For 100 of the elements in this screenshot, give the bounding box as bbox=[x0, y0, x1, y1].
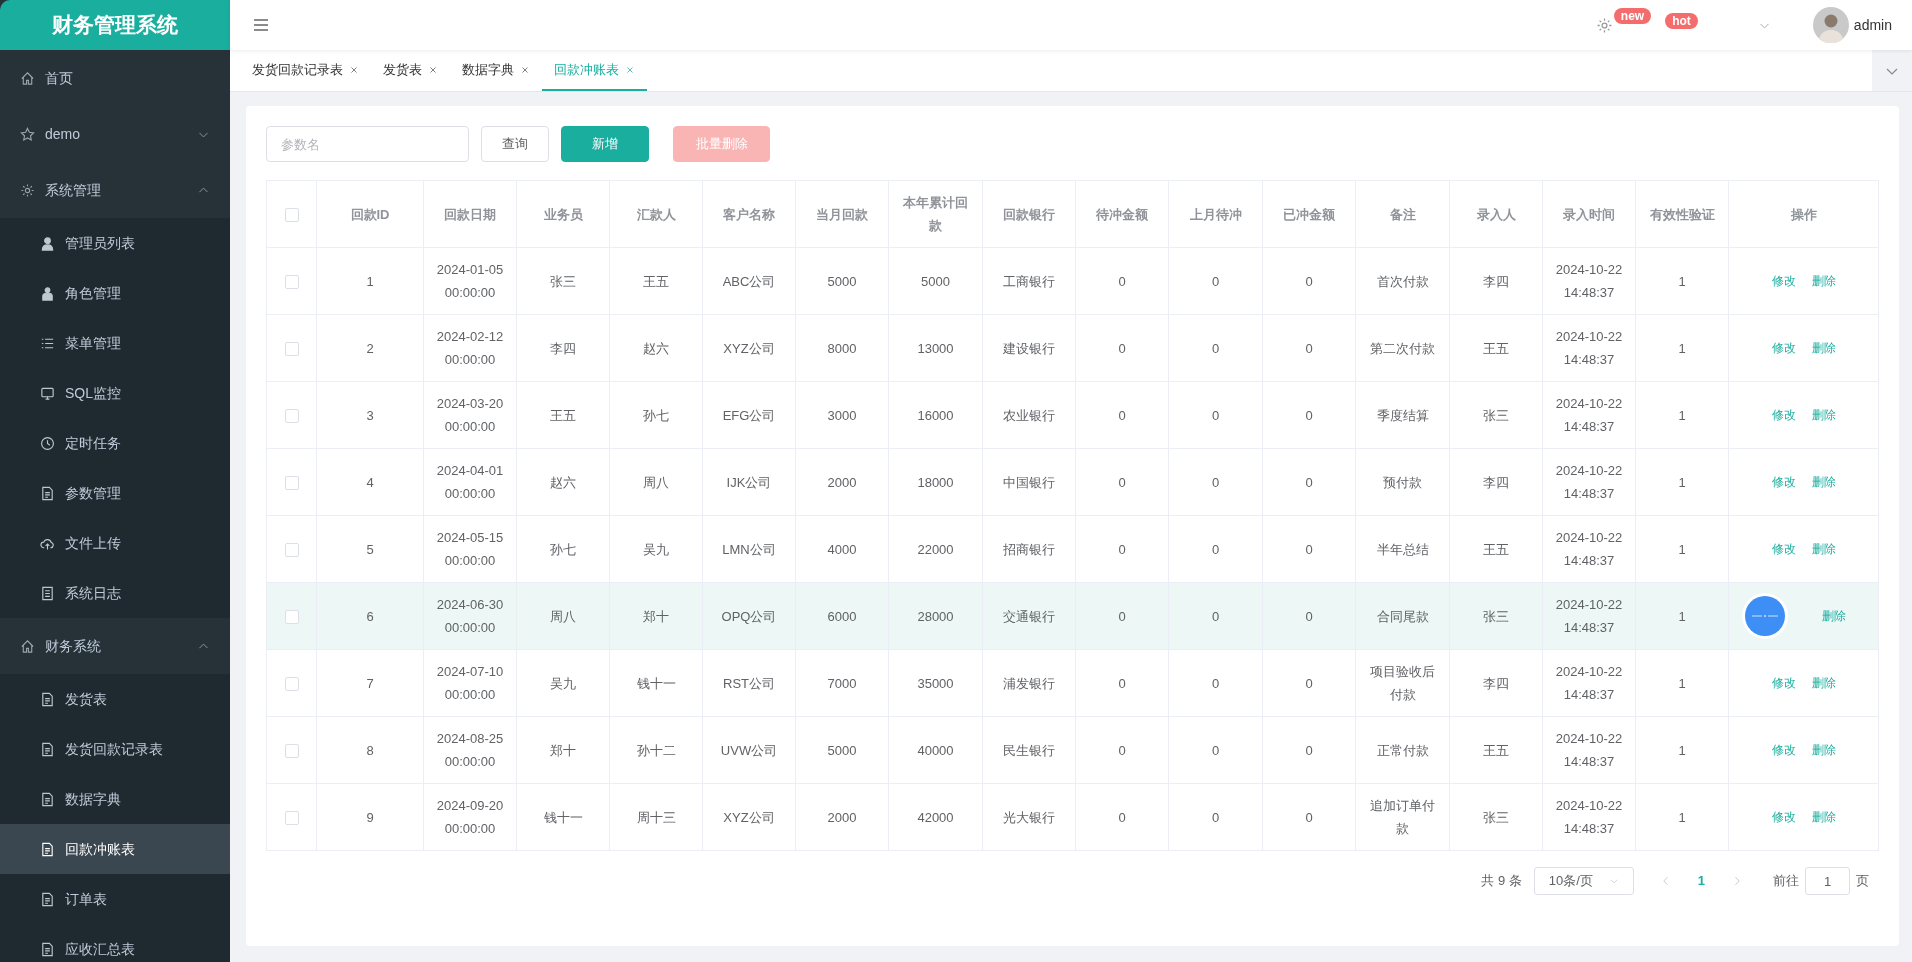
sidebar-item[interactable]: 财务系统 bbox=[0, 618, 230, 674]
menu-icon[interactable] bbox=[252, 16, 270, 34]
checkbox[interactable] bbox=[284, 609, 299, 624]
table-cell: 16000 bbox=[917, 407, 954, 423]
table-cell: 王五 bbox=[550, 407, 576, 423]
table-cell: 6 bbox=[366, 608, 374, 624]
table-cell: 0 bbox=[1118, 273, 1126, 289]
column-header: 本年累计回款 bbox=[903, 195, 968, 233]
document-icon bbox=[40, 585, 55, 601]
table-cell: 8000 bbox=[827, 340, 857, 356]
sidebar-item[interactable]: 回款冲账表 bbox=[0, 824, 230, 874]
table-cell: 追加订单付款 bbox=[1370, 798, 1435, 836]
close-icon[interactable] bbox=[349, 64, 359, 75]
table-cell: 5000 bbox=[921, 273, 950, 289]
table-cell: 2024-01-05 00:00:00 bbox=[436, 262, 504, 300]
page-suffix: 页 bbox=[1856, 872, 1869, 891]
sidebar-item[interactable]: 应收汇总表 bbox=[0, 924, 230, 962]
checkbox[interactable] bbox=[284, 475, 299, 490]
table-cell: OPQ公司 bbox=[721, 608, 777, 624]
table-cell: 40000 bbox=[917, 742, 954, 758]
sidebar-item[interactable]: SQL监控 bbox=[0, 368, 230, 418]
sidebar-item[interactable]: 系统管理 bbox=[0, 162, 230, 218]
table-cell: 6000 bbox=[827, 608, 857, 624]
table-cell: 0 bbox=[1211, 273, 1220, 289]
table-cell: 李四 bbox=[1483, 675, 1509, 691]
table-cell: 2000 bbox=[827, 809, 857, 825]
checkbox[interactable] bbox=[284, 341, 299, 356]
table-cell: 8 bbox=[366, 742, 374, 758]
page-input[interactable]: 1 bbox=[1805, 867, 1850, 895]
table-cell: 张三 bbox=[1483, 608, 1509, 624]
sidebar-item[interactable]: 定时任务 bbox=[0, 418, 230, 468]
sidebar-item[interactable]: 首页 bbox=[0, 50, 230, 106]
table-cell: 王五 bbox=[1483, 742, 1509, 758]
search-field[interactable]: 参数名 bbox=[266, 126, 469, 162]
sidebar-item[interactable]: 订单表 bbox=[0, 874, 230, 924]
floating-ball-button[interactable] bbox=[1741, 592, 1789, 640]
sidebar-item[interactable]: 数据字典 bbox=[0, 774, 230, 824]
checkbox[interactable] bbox=[284, 408, 299, 423]
table-cell: 半年总结 bbox=[1376, 541, 1429, 557]
sidebar-item[interactable]: 发货回款记录表 bbox=[0, 724, 230, 774]
toolbar-button[interactable]: 查询 bbox=[481, 126, 549, 162]
table-cell: 1 bbox=[1678, 675, 1686, 691]
chevron-down-icon bbox=[1608, 876, 1619, 886]
tab[interactable]: 发货表 bbox=[371, 50, 450, 91]
table-cell: 第二次付款 bbox=[1370, 340, 1435, 356]
close-icon[interactable] bbox=[625, 64, 635, 75]
table-cell: 2024-05-15 00:00:00 bbox=[436, 530, 504, 568]
table-cell: 7000 bbox=[827, 675, 857, 691]
table-cell: IJK公司 bbox=[726, 474, 772, 490]
checkbox[interactable] bbox=[284, 542, 299, 557]
checkbox[interactable] bbox=[284, 207, 299, 222]
table-cell: 王五 bbox=[1483, 340, 1509, 356]
close-icon[interactable] bbox=[428, 64, 438, 75]
checkbox[interactable] bbox=[284, 810, 299, 825]
table-cell: 正常付款 bbox=[1376, 742, 1429, 758]
table-cell: 王五 bbox=[1483, 541, 1509, 557]
column-header: 业务员 bbox=[543, 206, 583, 222]
user-icon bbox=[40, 235, 55, 251]
table-cell: 0 bbox=[1211, 407, 1220, 423]
sidebar-item[interactable]: 发货表 bbox=[0, 674, 230, 724]
table-cell: 0 bbox=[1118, 675, 1126, 691]
user-name[interactable]: admin bbox=[1853, 14, 1892, 36]
settings-icon[interactable] bbox=[1595, 16, 1613, 34]
table-cell: 2024-03-20 00:00:00 bbox=[436, 396, 504, 434]
sidebar-item[interactable]: 系统日志 bbox=[0, 568, 230, 618]
tabs-dropdown-button[interactable] bbox=[1872, 50, 1912, 91]
table-cell: 2024-10-22 14:48:37 bbox=[1555, 463, 1623, 501]
table-cell: 招商银行 bbox=[1003, 541, 1055, 557]
table-cell: 0 bbox=[1305, 608, 1313, 624]
table-cell: 孙十二 bbox=[636, 742, 676, 758]
sidebar-item[interactable]: 角色管理 bbox=[0, 268, 230, 318]
checkbox[interactable] bbox=[284, 274, 299, 289]
table-cell: 孙七 bbox=[643, 407, 669, 423]
table-cell: 13000 bbox=[917, 340, 954, 356]
table-cell: 0 bbox=[1118, 407, 1126, 423]
table-cell: 1 bbox=[1678, 273, 1686, 289]
table-cell: 1 bbox=[1678, 407, 1686, 423]
close-icon[interactable] bbox=[520, 64, 530, 75]
sidebar-item[interactable]: 文件上传 bbox=[0, 518, 230, 568]
table-cell: 5000 bbox=[827, 742, 857, 758]
table-cell: 0 bbox=[1211, 809, 1220, 825]
table-cell: 2024-09-20 00:00:00 bbox=[436, 798, 504, 836]
sidebar-item[interactable]: 菜单管理 bbox=[0, 318, 230, 368]
table-cell: 0 bbox=[1305, 407, 1313, 423]
sidebar-item[interactable]: 参数管理 bbox=[0, 468, 230, 518]
table-cell: 1 bbox=[366, 273, 374, 289]
table-cell: 0 bbox=[1118, 541, 1126, 557]
table-cell: 赵六 bbox=[550, 474, 576, 490]
tab[interactable]: 数据字典 bbox=[450, 50, 542, 91]
page-size-select[interactable]: 10条/页 bbox=[1533, 867, 1634, 895]
checkbox[interactable] bbox=[284, 743, 299, 758]
avatar[interactable] bbox=[1812, 7, 1849, 43]
sidebar-item[interactable]: demo bbox=[0, 106, 230, 162]
table-cell: 0 bbox=[1211, 474, 1220, 490]
home-icon bbox=[20, 638, 35, 654]
checkbox[interactable] bbox=[284, 676, 299, 691]
table-cell: LMN公司 bbox=[722, 541, 776, 557]
sidebar-item[interactable]: 管理员列表 bbox=[0, 218, 230, 268]
tab[interactable]: 发货回款记录表 bbox=[240, 50, 371, 91]
column-header: 上月待冲 bbox=[1189, 206, 1242, 222]
